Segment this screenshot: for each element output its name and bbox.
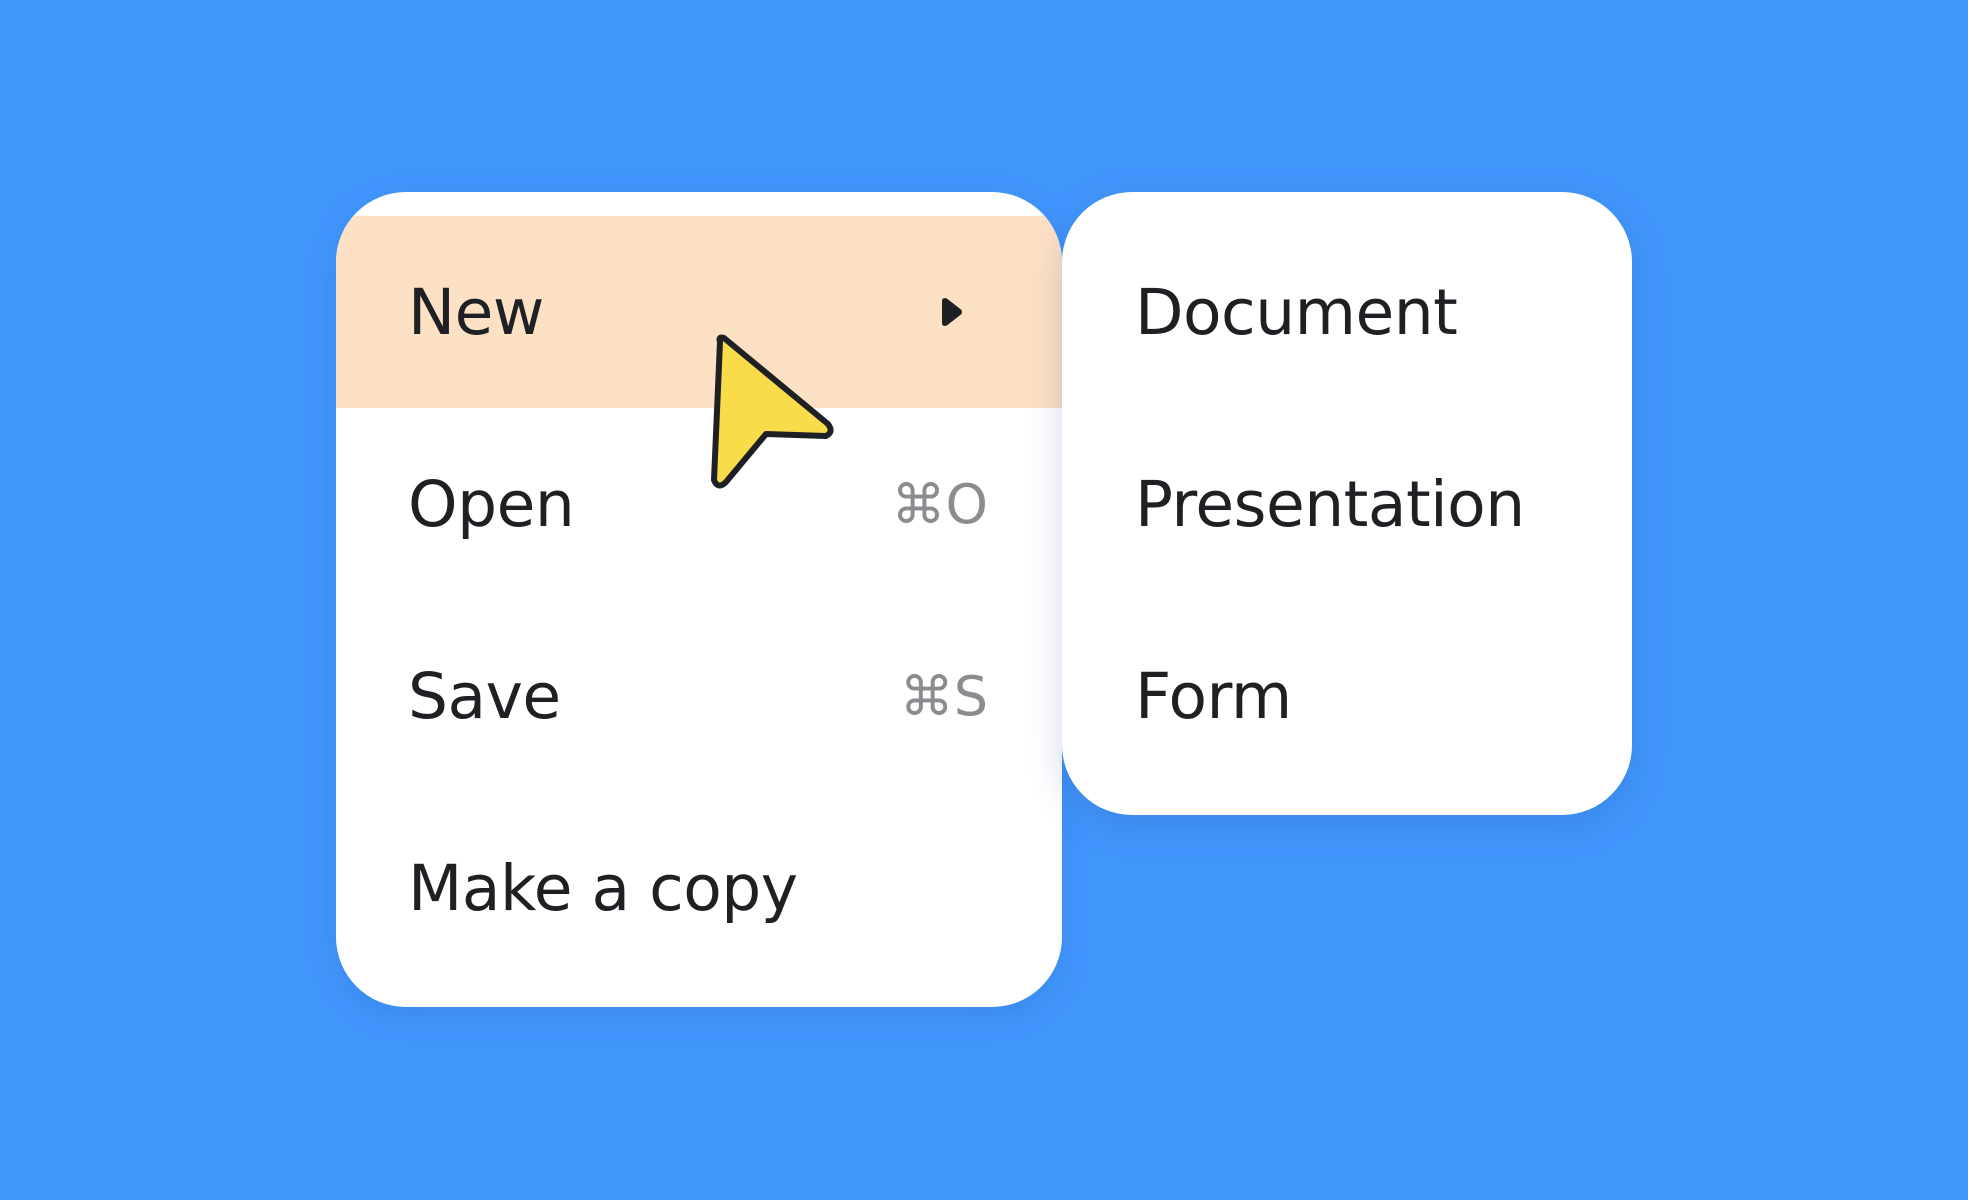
menu-item-make-a-copy-label: Make a copy [408,851,798,925]
menu-item-open-shortcut: ⌘O [891,472,988,536]
menu-item-new-label: New [408,275,544,349]
submenu-item-presentation-label: Presentation [1135,467,1525,541]
menu-item-save-label: Save [408,659,561,733]
submenu-item-form-label: Form [1135,659,1292,733]
menu-item-make-a-copy[interactable]: Make a copy [336,792,1062,984]
menu-item-open-label: Open [408,467,575,541]
new-submenu: Document Presentation Form [1062,192,1632,815]
submenu-item-presentation[interactable]: Presentation [1062,408,1632,600]
submenu-item-document[interactable]: Document [1062,216,1632,408]
caret-right-icon [942,298,962,326]
menu-item-new[interactable]: New [336,216,1062,408]
submenu-item-form[interactable]: Form [1062,600,1632,792]
menu-item-save-shortcut: ⌘S [899,664,988,728]
menu-item-save[interactable]: Save ⌘S [336,600,1062,792]
submenu-item-document-label: Document [1135,275,1458,349]
menu-item-open[interactable]: Open ⌘O [336,408,1062,600]
file-menu: New Open ⌘O Save ⌘S Make a copy [336,192,1062,1007]
